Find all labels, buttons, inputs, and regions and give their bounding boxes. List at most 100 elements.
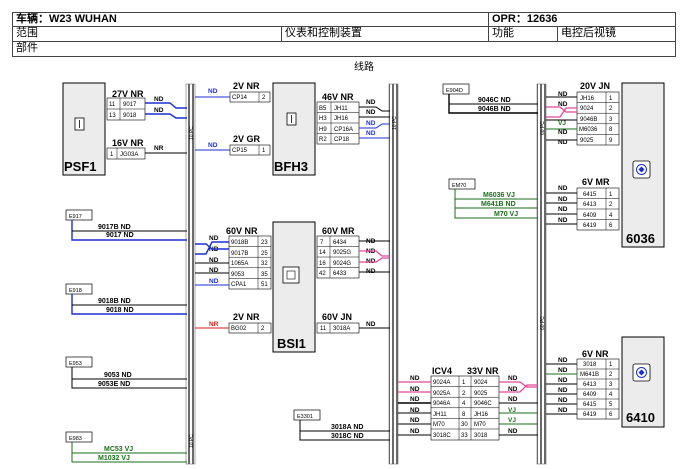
- wire-code: 9024: [474, 380, 488, 386]
- conn-title: 2V GR: [233, 134, 261, 144]
- wire-color: NR: [154, 145, 164, 152]
- wire-code: CP16A: [334, 127, 353, 133]
- wire-code: 9024A: [433, 380, 450, 386]
- wire-color: ND: [366, 130, 376, 137]
- wire-color: ND: [558, 387, 568, 394]
- pin-label: 13: [109, 113, 116, 119]
- wire-color: ND: [410, 396, 420, 403]
- conn-title: 20V JN: [580, 81, 610, 91]
- wire-color: ND: [209, 278, 219, 285]
- psf1-conn-a: 11 9017 13 9018: [106, 97, 146, 121]
- wire-color: ND: [558, 206, 568, 213]
- wire-code: 6415: [583, 192, 597, 198]
- c6036-conn-b: 6415 1 6413 2 6409 4 6419 6: [576, 187, 620, 231]
- wire-code: 9025A: [433, 391, 450, 397]
- wire-color: ND: [558, 357, 568, 364]
- wire-color: ND: [410, 428, 420, 435]
- bar-label-2: 10 PC: [392, 116, 398, 130]
- wire-code: CP15: [232, 148, 248, 154]
- wiring-diagram: 线路 10 PC 10 PC 60 PC 60 PC 10 PC PSF1 27…: [62, 60, 665, 465]
- wire-code: JH11: [334, 106, 348, 112]
- pin-label: 32: [261, 261, 268, 267]
- wire-code: 9046A: [433, 401, 450, 407]
- wire-color: ND: [558, 217, 568, 224]
- wire-code: 9025G: [333, 250, 351, 256]
- wire: [145, 102, 187, 109]
- c6410-conn: 3018 1 M641B 2 6413 3 6409 4 6415 5 6419…: [576, 358, 620, 420]
- bus-bar-3: [536, 83, 547, 465]
- bar-label-4: 60 PC: [540, 316, 546, 330]
- wire-label: M6036 VJ: [483, 192, 515, 199]
- conn-title: 60V JN: [322, 312, 352, 322]
- wire-code: 6419: [583, 412, 597, 418]
- wire-code: 9017B: [231, 251, 248, 257]
- conn-title: 2V NR: [233, 81, 260, 91]
- wire-code: BG02: [231, 326, 247, 332]
- wire-code: 9053: [231, 272, 245, 278]
- wire-code: 6409: [583, 213, 597, 219]
- wire-code: CPA1: [231, 282, 247, 288]
- bar-label-1: 10 PC: [189, 126, 195, 140]
- wire-color: ND: [558, 196, 568, 203]
- splice-label: E983: [69, 436, 82, 442]
- bsi1-conn-right-2: 11 3018A: [316, 322, 360, 334]
- pin-label: H3: [319, 116, 327, 122]
- wire-code: JH16: [474, 412, 489, 418]
- wire-code: CP18: [334, 137, 350, 143]
- wire-color: ND: [410, 375, 420, 382]
- wire-code: 1065A: [231, 261, 248, 267]
- wire-code: 3018C: [433, 433, 451, 439]
- wire-color: ND: [508, 428, 518, 435]
- wire-label: 9046C ND: [478, 97, 511, 104]
- bus-bar-2: [388, 83, 399, 465]
- bar-label-3: 60 PC: [540, 121, 546, 135]
- wire-label: 9017 ND: [106, 232, 134, 239]
- bsi1-conn-left: 9018B 23 9017B 25 1065A 32 9053 35 CPA1 …: [228, 235, 272, 290]
- wire-color: ND: [366, 109, 376, 116]
- pin-label: 23: [261, 240, 268, 246]
- wire-code: 6409: [583, 392, 597, 398]
- wire-color: ND: [508, 375, 518, 382]
- bsi1-conn-left-2: BG02 2: [228, 322, 272, 334]
- wire-label: M1032 VJ: [98, 455, 130, 462]
- wire-color: ND: [558, 407, 568, 414]
- bus-bar-1: [185, 83, 196, 465]
- psf1-conn-b: 1 JG03A: [106, 147, 146, 160]
- bfh3-conn-b: CP15 1: [229, 144, 271, 156]
- wire-code: M70: [474, 422, 486, 428]
- wire-code: 3018: [474, 433, 488, 439]
- wire-color: NR: [209, 321, 219, 328]
- splice-label: E953: [69, 361, 82, 367]
- wire-code: 9018: [123, 113, 137, 119]
- wire-label: M641B ND: [481, 201, 516, 208]
- pin-label: B5: [319, 106, 327, 112]
- c6036-label: 6036: [626, 231, 655, 246]
- conn-title: 33V NR: [467, 366, 499, 376]
- pin-label: 30: [461, 422, 468, 428]
- splice-label: E917: [69, 214, 82, 220]
- wire-code: M641B: [580, 372, 599, 378]
- pin-label: 11: [320, 326, 327, 332]
- wire-label: 3018A ND: [331, 424, 363, 431]
- wire-code: 9025: [474, 391, 488, 397]
- wire-color: ND: [558, 129, 568, 136]
- wire-code: 6434: [333, 240, 347, 246]
- wire-code: 6415: [583, 402, 597, 408]
- wire-code: 6413: [583, 202, 597, 208]
- wire-label: 9018 ND: [106, 307, 134, 314]
- conn-title: 16V NR: [112, 138, 144, 148]
- wire-label: 9053 ND: [104, 372, 132, 379]
- bsi1-conn-right: 7 6434 14 9025G 16 9024G 42 6433: [316, 235, 360, 279]
- bfh3-conn-a: CP14 2: [229, 91, 271, 103]
- pin-label: 42: [319, 271, 326, 277]
- wire-code: JH11: [433, 412, 447, 418]
- wire-code: JG03A: [120, 152, 138, 158]
- bfh3-label: BFH3: [274, 159, 308, 174]
- pin-label: 25: [261, 251, 268, 257]
- conn-title: 6V NR: [582, 349, 609, 359]
- pin-label: H9: [319, 127, 327, 133]
- wire-color: ND: [558, 397, 568, 404]
- wire-code: 9018B: [231, 240, 248, 246]
- wire-label: MC53 VJ: [104, 446, 133, 453]
- splice-label: E918: [69, 288, 82, 294]
